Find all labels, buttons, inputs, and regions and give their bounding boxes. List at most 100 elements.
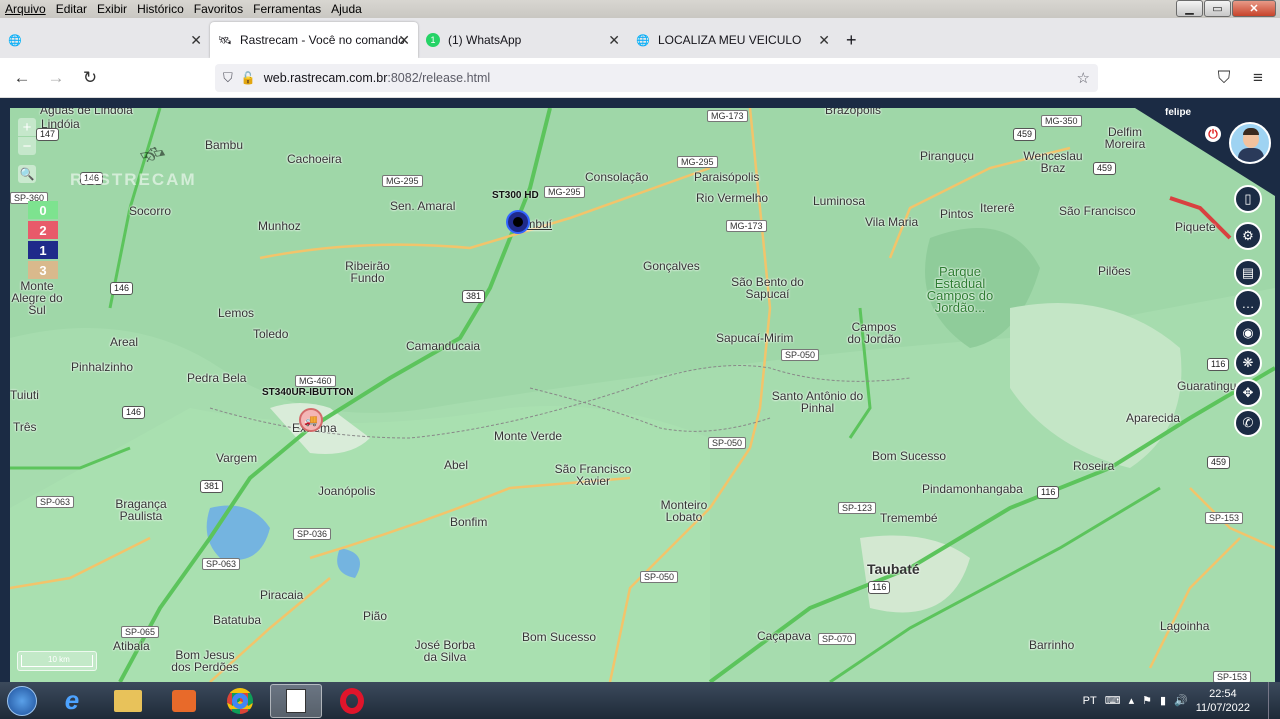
vehicle-marker[interactable]: 🚚 — [299, 408, 323, 432]
menu-favoritos[interactable]: Favoritos — [189, 2, 248, 16]
close-window-button[interactable]: ✕ — [1232, 0, 1276, 17]
chat-icon[interactable]: … — [1234, 289, 1262, 317]
flag-icon[interactable]: ⚑ — [1142, 694, 1152, 707]
power-icon[interactable]: ⏻ — [1205, 126, 1221, 142]
report-icon[interactable]: ▤ — [1234, 259, 1262, 287]
globe-icon: 🌐 — [636, 34, 650, 47]
tab-blank[interactable]: 🌐 ✕ — [0, 22, 210, 58]
place-label: Pião — [363, 609, 388, 623]
close-tab-icon[interactable]: ✕ — [818, 32, 830, 49]
map-icon[interactable]: ▯ — [1234, 185, 1262, 213]
truck-icon: 🚚 — [304, 414, 318, 427]
road-shield: 146 — [122, 406, 146, 419]
maximize-button[interactable]: ▭ — [1204, 0, 1231, 17]
internet-explorer-icon[interactable]: e — [46, 684, 98, 718]
lock-icon[interactable]: 🔓 — [241, 71, 256, 85]
place-label: Gonçalves — [643, 259, 700, 273]
avatar[interactable] — [1229, 122, 1271, 164]
menu-exibir[interactable]: Exibir — [92, 2, 132, 16]
tab-bar: 🌐 ✕ 🛰 Rastrecam - Você no comando ✕ 1 (1… — [0, 18, 1280, 58]
place-label: Monteiro Lobato — [660, 498, 708, 524]
media-player-icon[interactable] — [158, 684, 210, 718]
reload-button[interactable]: ↻ — [78, 66, 102, 90]
rastrecam-watermark: RASTRECAM — [70, 170, 197, 189]
pocket-icon[interactable]: ⛉ — [1212, 66, 1236, 90]
place-label: Piranguçu — [920, 149, 975, 163]
menu-ferramentas[interactable]: Ferramentas — [248, 2, 326, 16]
place-label: Camanducaia — [406, 339, 481, 353]
place-label: Areal — [110, 335, 139, 349]
back-button[interactable]: ← — [10, 66, 34, 90]
menu-ajuda[interactable]: Ajuda — [326, 2, 367, 16]
place-label: Monte Verde — [494, 429, 563, 443]
road-sign: SP-050 — [781, 349, 820, 361]
place-label: Batatuba — [213, 613, 262, 627]
close-tab-icon[interactable]: ✕ — [190, 32, 202, 49]
start-button[interactable] — [2, 683, 42, 719]
road-sign: SP-070 — [818, 633, 857, 645]
keyboard-icon[interactable]: ⌨ — [1105, 694, 1121, 707]
active-window-icon[interactable] — [270, 683, 322, 718]
menu-historico[interactable]: Histórico — [132, 2, 189, 16]
app-area: Águas de Lindóia Lindóia Bambu Cachoeira… — [0, 98, 1280, 682]
vehicle-marker[interactable] — [506, 210, 530, 234]
place-label: Pintos — [940, 207, 974, 221]
navigation-bar: ← → ↻ ⛉ 🔓 web.rastrecam.com.br:8082/rele… — [0, 58, 1280, 98]
forward-button[interactable]: → — [44, 66, 68, 90]
opera-icon[interactable] — [326, 684, 378, 718]
legend-item[interactable]: 0 — [28, 201, 58, 219]
place-label: Vargem — [216, 451, 258, 465]
menu-editar[interactable]: Editar — [51, 2, 92, 16]
folder-icon[interactable] — [102, 684, 154, 718]
menu-arquivo[interactable]: Arquivo — [0, 2, 51, 16]
show-desktop-button[interactable] — [1268, 682, 1280, 719]
search-button[interactable]: 🔍 — [18, 165, 36, 183]
road-shield: 459 — [1013, 128, 1037, 141]
legend-item[interactable]: 2 — [28, 221, 58, 239]
place-label: Bom Sucesso — [522, 630, 597, 644]
place-label: Aparecida — [1126, 411, 1181, 425]
legend-item[interactable]: 1 — [28, 241, 58, 259]
place-label: Atibaia — [113, 639, 150, 653]
shield-icon[interactable]: ⛉ — [223, 70, 233, 86]
network-icon[interactable]: ▮ — [1160, 694, 1166, 707]
place-label: Wenceslau Braz — [1023, 149, 1083, 175]
map[interactable]: Águas de Lindóia Lindóia Bambu Cachoeira… — [10, 108, 1275, 682]
close-tab-icon[interactable]: ✕ — [398, 32, 410, 49]
new-tab-button[interactable]: + — [838, 22, 865, 58]
place-label: Águas de Lindóia — [40, 108, 133, 117]
tab-localiza[interactable]: 🌐 LOCALIZA MEU VEICULO ✕ — [628, 22, 838, 58]
paw-icon[interactable]: ❋ — [1234, 349, 1262, 377]
url-path: :8082/release.html — [387, 71, 491, 85]
tray-arrow-icon[interactable]: ▴ — [1129, 694, 1135, 707]
place-label: Cachoeira — [287, 152, 342, 166]
url-bar[interactable]: ⛉ 🔓 web.rastrecam.com.br:8082/release.ht… — [215, 64, 1098, 92]
chrome-icon[interactable] — [214, 684, 266, 718]
place-label: Bom Sucesso — [872, 449, 947, 463]
crosshair-icon[interactable]: ✥ — [1234, 379, 1262, 407]
language-indicator[interactable]: PT — [1083, 695, 1097, 707]
target-icon[interactable]: ◉ — [1234, 319, 1262, 347]
hamburger-menu-icon[interactable]: ≡ — [1246, 66, 1270, 90]
place-label: Monte Alegre do Sul — [11, 279, 63, 317]
legend-item[interactable]: 3 — [28, 261, 58, 279]
zoom-out-button[interactable]: − — [18, 137, 36, 155]
place-label: Sen. Amaral — [390, 199, 456, 213]
minimize-button[interactable]: ▁ — [1176, 0, 1203, 17]
place-label: Tuiuti — [10, 388, 39, 402]
whatsapp-icon[interactable]: ✆ — [1234, 409, 1262, 437]
tab-whatsapp[interactable]: 1 (1) WhatsApp ✕ — [418, 22, 628, 58]
place-label: Santo Antônio do Pinhal — [771, 389, 864, 415]
zoom-in-button[interactable]: + — [18, 118, 36, 136]
volume-icon[interactable]: 🔊 — [1174, 694, 1188, 707]
road-sign: SP-050 — [640, 571, 679, 583]
close-tab-icon[interactable]: ✕ — [608, 32, 620, 49]
menu-bar: Arquivo Editar Exibir Histórico Favorito… — [0, 0, 1280, 18]
share-icon[interactable]: ⚙ — [1234, 222, 1262, 250]
tab-label: LOCALIZA MEU VEICULO — [658, 33, 802, 47]
tab-rastrecam[interactable]: 🛰 Rastrecam - Você no comando ✕ — [210, 22, 418, 58]
legend-value: 0 — [39, 202, 47, 218]
place-label: Piracaia — [260, 588, 304, 602]
bookmark-star-icon[interactable]: ☆ — [1077, 69, 1090, 87]
clock[interactable]: 22:54 11/07/2022 — [1196, 687, 1250, 715]
